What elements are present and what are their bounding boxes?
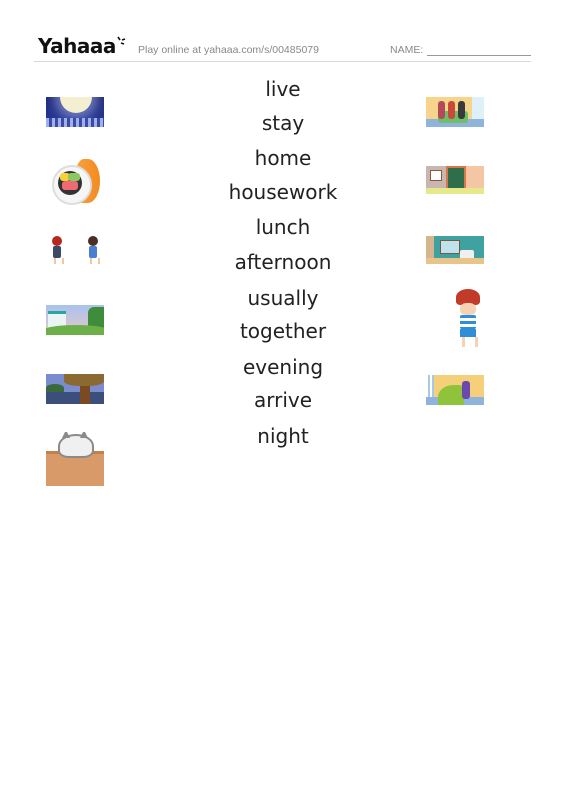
yahaaa-logo: Yahaaa	[38, 34, 116, 58]
girl-figure	[50, 236, 64, 264]
name-label: NAME:	[390, 44, 424, 56]
city-skyline-shape	[46, 118, 104, 127]
legs-shape	[462, 337, 478, 347]
word-item: arrive	[253, 388, 313, 412]
lake-shape	[46, 392, 104, 404]
person-figure	[438, 101, 445, 119]
two-girls-picture	[46, 236, 106, 266]
cat-shape	[58, 432, 94, 458]
family-on-sofa-picture	[426, 97, 484, 127]
word-item: stay	[261, 111, 305, 135]
person-figure	[448, 101, 455, 119]
ground-shape	[426, 188, 484, 194]
wall-picture-shape	[440, 240, 460, 254]
tree-by-lake-evening-picture	[46, 374, 104, 404]
play-online-link[interactable]: Play online at yahaaa.com/s/00485079	[138, 44, 319, 56]
boy-carrying-basket-picture	[452, 289, 486, 349]
moon-night-city-picture	[46, 97, 104, 127]
header-divider	[34, 61, 531, 62]
kids-slide-picture	[426, 375, 484, 405]
castle-hill-picture	[46, 305, 104, 335]
word-item: lunch	[255, 215, 311, 239]
striped-shirt-shape	[460, 315, 476, 329]
floor-shape	[426, 258, 484, 264]
shorts-shape	[460, 329, 476, 337]
kid-figure	[462, 381, 470, 399]
moon-shape	[60, 97, 92, 113]
fish-filling-shape	[62, 181, 78, 190]
girl-figure	[86, 236, 100, 264]
word-item: night	[257, 424, 309, 448]
window-shape	[430, 170, 442, 181]
face-shape	[460, 303, 476, 315]
name-field[interactable]	[427, 55, 531, 56]
living-room-picture	[426, 236, 484, 264]
sparkle-icon	[117, 36, 126, 45]
word-item: together	[239, 319, 327, 343]
word-item: housework	[228, 180, 338, 204]
hill-shape	[46, 325, 104, 335]
word-item: evening	[242, 355, 324, 379]
arrive-home-door-picture	[426, 166, 484, 194]
word-item: usually	[247, 286, 319, 310]
curtain-shape	[426, 375, 434, 397]
word-item: home	[254, 146, 312, 170]
cucumber-filling-shape	[68, 173, 80, 181]
word-item: live	[265, 77, 301, 101]
slide-shape	[438, 385, 464, 405]
worksheet-header: Yahaaa Play online at yahaaa.com/s/00485…	[34, 34, 531, 62]
cat-in-box-picture	[46, 432, 104, 486]
word-item: afternoon	[234, 250, 332, 274]
tree-crown-shape	[64, 374, 104, 386]
person-figure	[458, 101, 465, 119]
island-shape	[46, 384, 64, 392]
window-shape	[472, 97, 484, 119]
sushi-roll-picture	[50, 157, 104, 207]
